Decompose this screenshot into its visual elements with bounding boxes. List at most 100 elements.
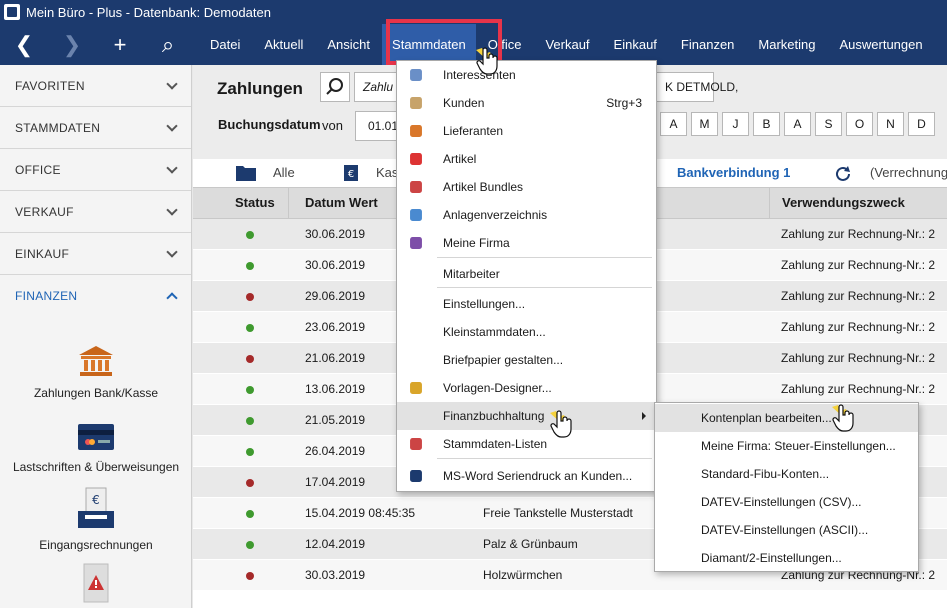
search-button[interactable] xyxy=(320,72,350,102)
add-icon[interactable]: + xyxy=(105,24,135,65)
dropdown-item-stammdaten-listen[interactable]: Stammdaten-Listen xyxy=(397,430,656,458)
tab-bankverbindung-1[interactable]: Bankverbindung 1 xyxy=(677,159,791,189)
menu-finanzen[interactable]: Finanzen xyxy=(669,24,746,65)
menu-separator xyxy=(437,287,652,288)
chevron-down-icon xyxy=(166,161,178,174)
menu-verkauf[interactable]: Verkauf xyxy=(533,24,601,65)
purpose-cell: Zahlung zur Rechnung-Nr.: 2 xyxy=(781,351,936,365)
submenu-item[interactable]: Standard-Fibu-Konten... xyxy=(655,460,918,488)
finanzbuchhaltung-submenu: Kontenplan bearbeiten... Meine Firma: Ste… xyxy=(654,402,919,572)
month-button[interactable]: D xyxy=(908,112,935,136)
from-label: von xyxy=(322,118,343,133)
chevron-down-icon xyxy=(166,203,178,216)
purpose-cell: Zahlung zur Rechnung-Nr.: 2 xyxy=(781,258,936,272)
menu-datei[interactable]: Datei xyxy=(198,24,252,65)
menu-item-label: Einstellungen... xyxy=(443,297,526,311)
date-cell: 30.06.2019 xyxy=(305,227,366,241)
dropdown-item-ms-word-seriendruck-an-kunden[interactable]: MS-Word Seriendruck an Kunden... xyxy=(397,462,656,490)
status-dot-icon xyxy=(246,572,254,580)
menu-item-icon xyxy=(410,237,422,249)
dropdown-item-finanzbuchhaltung[interactable]: Finanzbuchhaltung xyxy=(397,402,656,430)
menu-item-icon xyxy=(410,181,422,193)
menu-item-label: Kleinstammdaten... xyxy=(443,325,546,339)
sidebar-item-eingangsrechnungen[interactable]: € Eingangsrechnungen xyxy=(0,487,192,552)
sidebar-item-label: Eingangsrechnungen xyxy=(39,538,153,552)
sidebar-item-warning[interactable] xyxy=(0,563,192,608)
column-status[interactable]: Status xyxy=(193,188,289,218)
column-verwendungszweck[interactable]: Verwendungszweck xyxy=(769,188,947,218)
dropdown-item-interessenten[interactable]: Interessenten xyxy=(397,61,656,89)
svg-text:€: € xyxy=(348,169,354,180)
sidebar-section-verkauf[interactable]: VERKAUF xyxy=(0,191,191,233)
month-button[interactable]: S xyxy=(815,112,842,136)
cash-icon: € xyxy=(344,165,358,181)
dropdown-item-mitarbeiter[interactable]: Mitarbeiter xyxy=(397,260,656,288)
dropdown-item-einstellungen[interactable]: Einstellungen... xyxy=(397,290,656,318)
dropdown-item-anlagenverzeichnis[interactable]: Anlagenverzeichnis xyxy=(397,201,656,229)
dropdown-item-meine-firma[interactable]: Meine Firma xyxy=(397,229,656,257)
submenu-item[interactable]: Meine Firma: Steuer-Einstellungen... xyxy=(655,432,918,460)
menu-item-label: Meine Firma xyxy=(443,236,510,250)
menu-einkauf[interactable]: Einkauf xyxy=(602,24,669,65)
month-button[interactable]: A xyxy=(784,112,811,136)
app-icon xyxy=(4,4,20,20)
menu-item-label: Artikel Bundles xyxy=(443,180,524,194)
menu-item-label: MS-Word Seriendruck an Kunden... xyxy=(443,469,633,483)
month-button[interactable]: A xyxy=(660,112,687,136)
menu-item-icon xyxy=(409,325,423,339)
folder-icon xyxy=(236,166,256,181)
status-dot-icon xyxy=(246,324,254,332)
search-suffix-text: K DETMOLD, xyxy=(665,80,739,94)
submenu-item[interactable]: Diamant/2-Einstellungen... xyxy=(655,544,918,572)
menu-ansicht[interactable]: Ansicht xyxy=(315,24,382,65)
dropdown-item-artikel-bundles[interactable]: Artikel Bundles xyxy=(397,173,656,201)
status-dot-icon xyxy=(246,262,254,270)
menu-auswertungen[interactable]: Auswertungen xyxy=(827,24,934,65)
sidebar-item-lastschriften[interactable]: Lastschriften & Überweisungen xyxy=(0,423,192,474)
search-icon xyxy=(326,78,343,95)
svg-text:€: € xyxy=(92,493,100,507)
menu-item-icon xyxy=(409,409,423,423)
main-menu: Datei Aktuell Ansicht Stammdaten Office … xyxy=(198,24,935,65)
dropdown-item-artikel[interactable]: Artikel xyxy=(397,145,656,173)
tab-alle[interactable]: Alle xyxy=(273,159,295,187)
dropdown-item-briefpapier-gestalten[interactable]: Briefpapier gestalten... xyxy=(397,346,656,374)
status-dot-icon xyxy=(246,231,254,239)
warning-document-icon xyxy=(83,563,109,603)
back-icon[interactable]: ❮ xyxy=(9,24,39,65)
date-cell: 15.04.2019 08:45:35 xyxy=(305,506,416,520)
submenu-item[interactable]: Kontenplan bearbeiten... xyxy=(655,404,918,432)
sidebar-section-label: STAMMDATEN xyxy=(15,120,101,135)
dropdown-item-kunden[interactable]: Kunden Strg+3 xyxy=(397,89,656,117)
month-button[interactable]: N xyxy=(877,112,904,136)
menu-marketing[interactable]: Marketing xyxy=(746,24,827,65)
sidebar-section-finanzen[interactable]: FINANZEN xyxy=(0,275,191,317)
sidebar-section-office[interactable]: OFFICE xyxy=(0,149,191,191)
invoice-inbox-icon: € xyxy=(78,487,114,528)
date-cell: 23.06.2019 xyxy=(305,320,366,334)
search-icon[interactable]: ⌕ xyxy=(153,24,183,65)
forward-icon[interactable]: ❯ xyxy=(57,24,87,65)
tab-verrechnung[interactable]: (Verrechnung xyxy=(870,159,947,187)
submenu-item[interactable]: DATEV-Einstellungen (ASCII)... xyxy=(655,516,918,544)
month-button[interactable]: B xyxy=(753,112,780,136)
sidebar-item-zahlungen[interactable]: Zahlungen Bank/Kasse xyxy=(0,345,192,400)
menu-aktuell[interactable]: Aktuell xyxy=(252,24,315,65)
status-dot-icon xyxy=(246,417,254,425)
dropdown-item-kleinstammdaten[interactable]: Kleinstammdaten... xyxy=(397,318,656,346)
dropdown-item-lieferanten[interactable]: Lieferanten xyxy=(397,117,656,145)
menu-separator xyxy=(437,458,652,459)
sidebar-section-favoriten[interactable]: FAVORITEN xyxy=(0,65,191,107)
month-button[interactable]: J xyxy=(722,112,749,136)
sidebar-item-label: Zahlungen Bank/Kasse xyxy=(33,386,159,400)
sidebar-section-einkauf[interactable]: EINKAUF xyxy=(0,233,191,275)
sidebar-section-stammdaten[interactable]: STAMMDATEN xyxy=(0,107,191,149)
dropdown-item-vorlagen-designer[interactable]: Vorlagen-Designer... xyxy=(397,374,656,402)
window-title: Mein Büro - Plus - Datenbank: Demodaten xyxy=(26,4,271,20)
month-button[interactable]: O xyxy=(846,112,873,136)
month-button[interactable]: M xyxy=(691,112,718,136)
submenu-item[interactable]: DATEV-Einstellungen (CSV)... xyxy=(655,488,918,516)
menu-item-label: Finanzbuchhaltung xyxy=(443,409,545,423)
date-cell: 30.06.2019 xyxy=(305,258,366,272)
name-cell: Palz & Grünbaum xyxy=(483,537,578,551)
